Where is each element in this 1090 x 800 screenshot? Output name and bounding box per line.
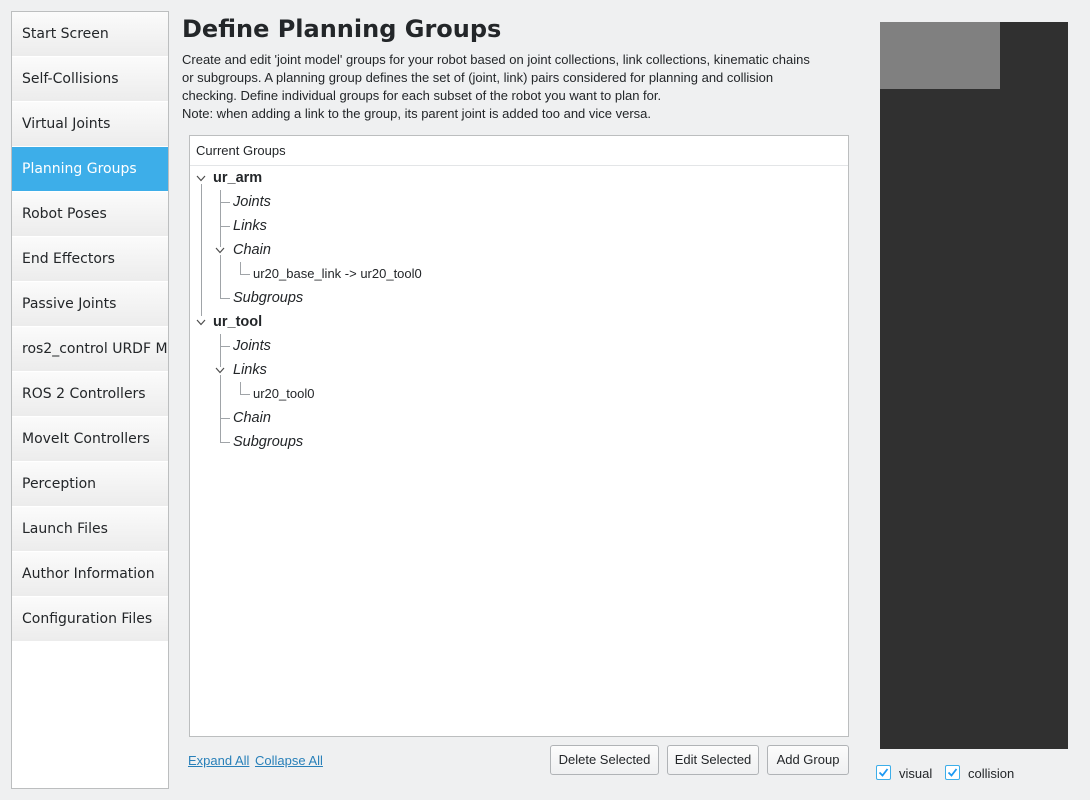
tree-group-ur-tool[interactable]: ur_tool xyxy=(213,310,262,334)
tree-header: Current Groups xyxy=(190,136,848,166)
edit-selected-button[interactable]: Edit Selected xyxy=(667,745,759,775)
sidebar-item-virtual-joints[interactable]: Virtual Joints xyxy=(12,102,168,146)
description-line: checking. Define individual groups for e… xyxy=(182,88,662,103)
viewer-render-area xyxy=(880,22,1000,89)
tree-item-links[interactable]: Links xyxy=(233,358,267,382)
robot-viewer[interactable] xyxy=(880,22,1068,749)
visual-checkbox[interactable]: visual xyxy=(876,765,932,781)
sidebar-item-robot-poses[interactable]: Robot Poses xyxy=(12,192,168,236)
chevron-down-icon[interactable] xyxy=(196,175,206,183)
tree-item-subgroups[interactable]: Subgroups xyxy=(233,286,303,310)
sidebar-item-launch-files[interactable]: Launch Files xyxy=(12,507,168,551)
sidebar-item-moveit-controllers[interactable]: MoveIt Controllers xyxy=(12,417,168,461)
chevron-down-icon[interactable] xyxy=(215,247,225,255)
delete-selected-button[interactable]: Delete Selected xyxy=(550,745,659,775)
tree-item-chain-entry[interactable]: ur20_base_link -> ur20_tool0 xyxy=(253,262,422,286)
sidebar-nav: Start Screen Self-Collisions Virtual Joi… xyxy=(11,11,169,789)
sidebar-item-self-collisions[interactable]: Self-Collisions xyxy=(12,57,168,101)
collapse-all-link[interactable]: Collapse All xyxy=(255,753,323,768)
collision-checkbox[interactable]: collision xyxy=(945,765,1014,781)
collision-label: collision xyxy=(968,766,1015,781)
add-group-button[interactable]: Add Group xyxy=(767,745,849,775)
visual-label: visual xyxy=(899,766,933,781)
expand-all-link[interactable]: Expand All xyxy=(188,753,249,768)
tree-item-joints[interactable]: Joints xyxy=(233,190,271,214)
tree-item-subgroups[interactable]: Subgroups xyxy=(233,430,303,454)
sidebar-item-configuration-files[interactable]: Configuration Files xyxy=(12,597,168,641)
sidebar-item-passive-joints[interactable]: Passive Joints xyxy=(12,282,168,326)
description-line: Note: when adding a link to the group, i… xyxy=(182,106,652,121)
groups-tree[interactable]: Current Groups ur_arm Joints Links Chain… xyxy=(189,135,849,737)
description-line: or subgroups. A planning group defines t… xyxy=(182,70,774,85)
sidebar-item-ros2-control-urdf[interactable]: ros2_control URDF Mo xyxy=(12,327,168,371)
sidebar-item-perception[interactable]: Perception xyxy=(12,462,168,506)
tree-item-chain[interactable]: Chain xyxy=(233,238,271,262)
page-description: Create and edit 'joint model' groups for… xyxy=(182,51,862,123)
sidebar-item-end-effectors[interactable]: End Effectors xyxy=(12,237,168,281)
chevron-down-icon[interactable] xyxy=(196,319,206,327)
tree-item-link-entry[interactable]: ur20_tool0 xyxy=(253,382,314,406)
sidebar-item-author-information[interactable]: Author Information xyxy=(12,552,168,596)
sidebar-item-planning-groups[interactable]: Planning Groups xyxy=(12,147,168,191)
tree-item-joints[interactable]: Joints xyxy=(233,334,271,358)
page-title: Define Planning Groups xyxy=(182,15,502,43)
sidebar-item-start-screen[interactable]: Start Screen xyxy=(12,12,168,56)
tree-group-ur-arm[interactable]: ur_arm xyxy=(213,166,262,190)
chevron-down-icon[interactable] xyxy=(215,367,225,375)
checkmark-icon xyxy=(945,765,960,780)
sidebar-item-ros2-controllers[interactable]: ROS 2 Controllers xyxy=(12,372,168,416)
tree-item-chain[interactable]: Chain xyxy=(233,406,271,430)
checkmark-icon xyxy=(876,765,891,780)
tree-item-links[interactable]: Links xyxy=(233,214,267,238)
description-line: Create and edit 'joint model' groups for… xyxy=(182,52,810,67)
